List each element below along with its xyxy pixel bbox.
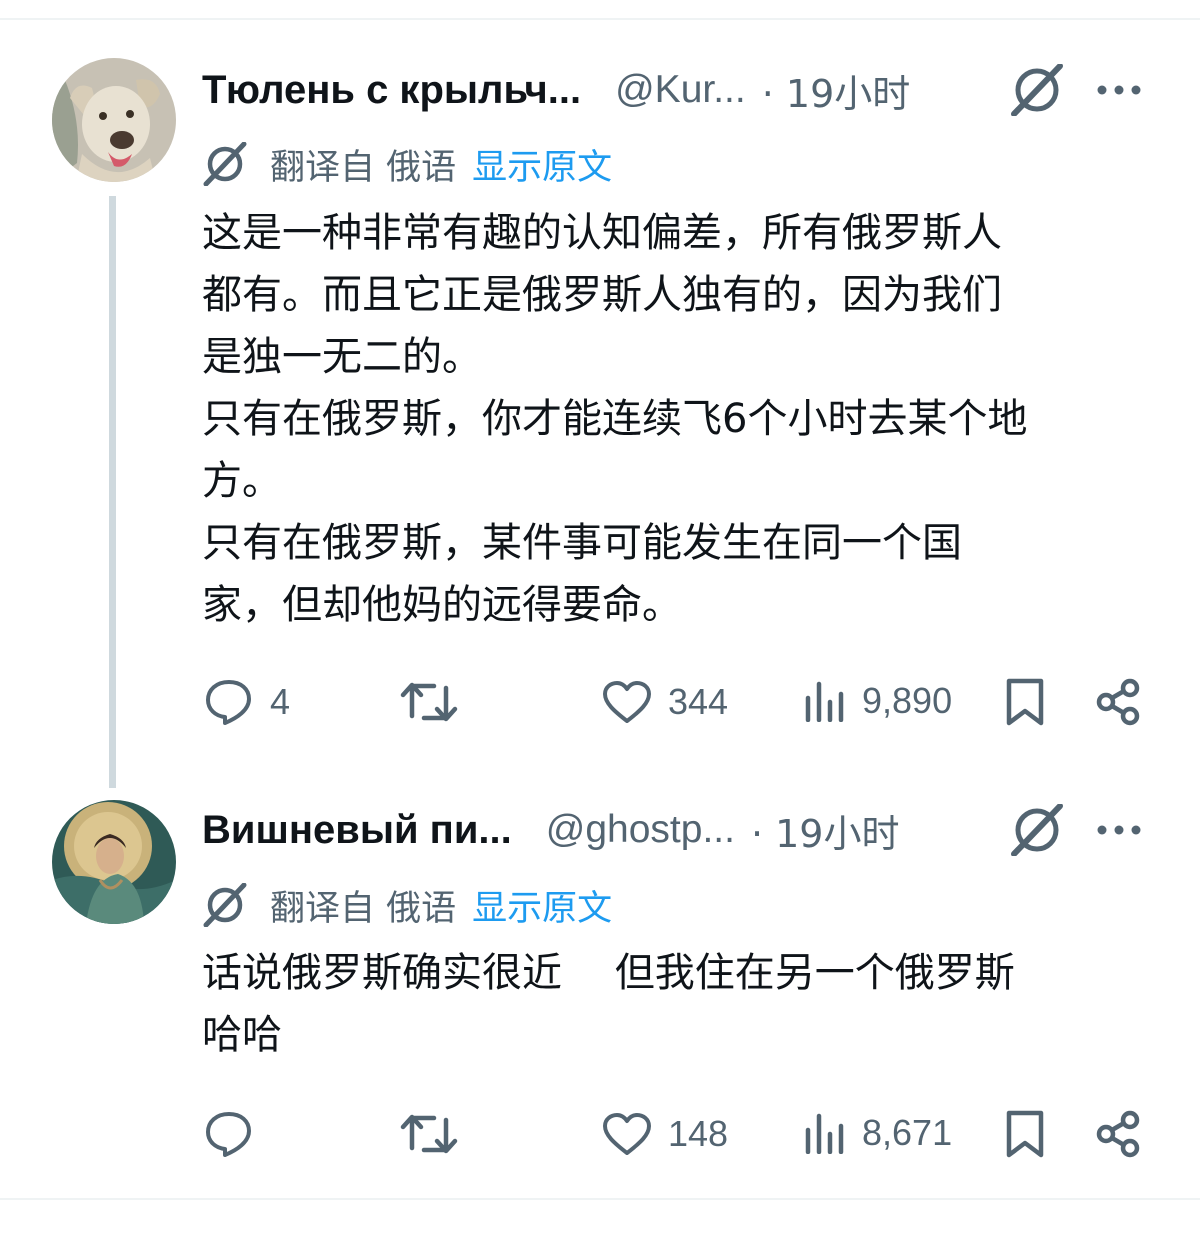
like-button[interactable]: 344 (602, 680, 728, 724)
bookmark-button[interactable] (1004, 1109, 1046, 1159)
repost-button[interactable] (400, 680, 474, 724)
grok-icon (203, 142, 247, 186)
text-line: 方。 (202, 458, 282, 504)
share-button[interactable] (1094, 678, 1142, 726)
reply-count: 4 (270, 681, 291, 722)
heart-icon (603, 1113, 651, 1155)
bookmark-icon (1006, 1110, 1044, 1158)
reply-button[interactable]: 4 (204, 678, 290, 726)
reply-icon (206, 680, 251, 725)
translated-from-label: 翻译自 俄语 (270, 147, 457, 188)
grok-icon[interactable] (1008, 63, 1066, 120)
views-icon (805, 681, 844, 722)
text-line: 话说俄罗斯确实很近 但我住在另一个俄罗斯 (202, 950, 1015, 996)
views-icon (805, 1113, 844, 1154)
like-count: 148 (668, 1113, 729, 1154)
repost-icon (400, 1114, 458, 1154)
reply-button[interactable] (204, 1110, 270, 1158)
dog-avatar-icon (52, 58, 176, 182)
like-count: 344 (668, 681, 729, 722)
painted-woman-avatar-icon (52, 800, 176, 924)
timestamp[interactable]: · 19小时 (751, 803, 900, 858)
share-icon (1096, 678, 1140, 726)
avatar[interactable] (52, 800, 176, 924)
translation-bar: 翻译自 俄语 显示原文 (202, 137, 612, 191)
heart-icon (603, 681, 651, 723)
avatar[interactable] (52, 58, 176, 182)
views-button[interactable]: 9,890 (804, 680, 952, 722)
tweet-header: Вишневый пи... @ghostp... · 19小时 (202, 800, 899, 860)
display-name[interactable]: Вишневый пи... (202, 808, 512, 853)
translation-bar: 翻译自 俄语 显示原文 (202, 878, 612, 932)
grok-icon (203, 883, 247, 927)
text-line: 这是一种非常有趣的认知偏差，所有俄罗斯人 (202, 210, 1002, 256)
text-line: 是独一无二的。 (202, 334, 482, 380)
more-options-icon[interactable] (1096, 78, 1142, 106)
tweet-text: 这是一种非常有趣的认知偏差，所有俄罗斯人 都有。而且它正是俄罗斯人独有的，因为我… (202, 202, 1162, 636)
thread-connector-line (109, 196, 116, 788)
grok-icon[interactable] (1008, 803, 1066, 860)
bottom-divider (0, 1198, 1200, 1200)
translated-from-label: 翻译自 俄语 (270, 888, 457, 929)
text-line: 都有。而且它正是俄罗斯人独有的，因为我们 (202, 272, 1002, 318)
more-options-icon[interactable] (1096, 818, 1142, 846)
like-button[interactable]: 148 (602, 1112, 728, 1156)
user-handle[interactable]: @ghostp... (546, 808, 735, 852)
view-count: 9,890 (862, 680, 953, 721)
text-line: 哈哈 (202, 1012, 282, 1058)
text-line: 只有在俄罗斯，某件事可能发生在同一个国 (202, 520, 962, 566)
text-line: 家，但却他妈的远得要命。 (202, 582, 682, 628)
bookmark-button[interactable] (1004, 677, 1046, 727)
top-divider (0, 18, 1200, 20)
bookmark-icon (1006, 678, 1044, 726)
view-count: 8,671 (862, 1112, 953, 1153)
timestamp[interactable]: · 19小时 (762, 63, 911, 118)
repost-button[interactable] (400, 1112, 474, 1156)
display-name[interactable]: Тюлень с крыльч... (202, 68, 581, 113)
user-handle[interactable]: @Kur... (615, 68, 746, 112)
share-icon (1096, 1110, 1140, 1158)
share-button[interactable] (1094, 1110, 1142, 1158)
show-original-link[interactable]: 显示原文 (472, 139, 612, 190)
views-button[interactable]: 8,671 (804, 1112, 952, 1154)
show-original-link[interactable]: 显示原文 (472, 880, 612, 931)
tweet-header: Тюлень с крыльч... @Kur... · 19小时 (202, 60, 910, 120)
repost-icon (400, 682, 458, 722)
tweet-text: 话说俄罗斯确实很近 但我住在另一个俄罗斯 哈哈 (202, 942, 1162, 1066)
reply-icon (206, 1112, 251, 1157)
text-line: 只有在俄罗斯，你才能连续飞6个小时去某个地 (202, 396, 1028, 442)
